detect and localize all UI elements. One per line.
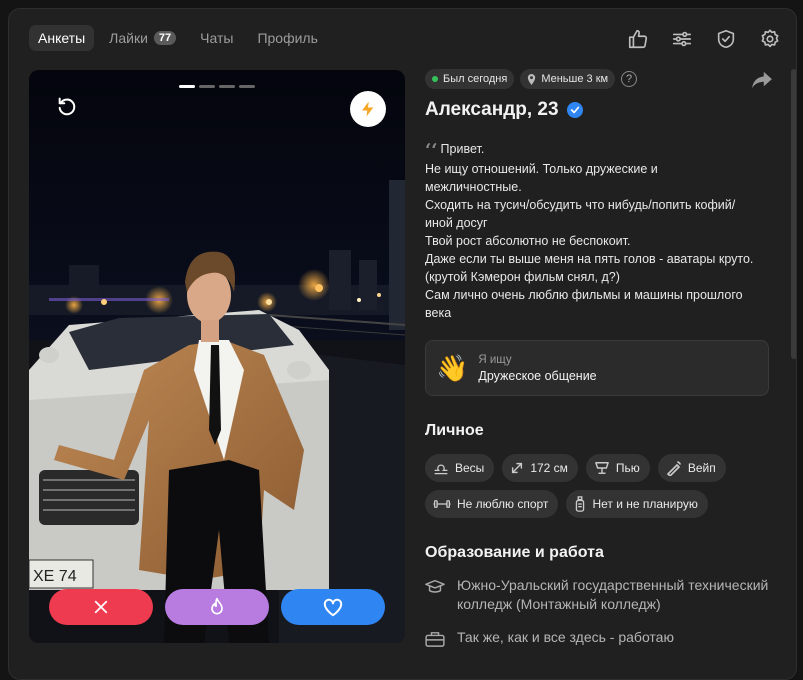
height-icon [512, 462, 523, 474]
bio-line: Сам лично очень люблю фильмы и машины пр… [425, 288, 743, 302]
bio-line: века [425, 306, 452, 320]
top-icons [626, 27, 782, 51]
bio-line-text: Привет. [440, 142, 485, 156]
job-text: Так же, как и все здесь - работаю [457, 629, 674, 645]
seeking-card: 👋 Я ищу Дружеское общение [425, 340, 769, 396]
seeking-value: Дружеское общение [478, 368, 597, 383]
page-dot[interactable] [239, 85, 255, 88]
location-pin-icon [528, 73, 536, 85]
page-dot[interactable] [179, 85, 195, 88]
top-nav: Анкеты Лайки 77 Чаты Профиль [29, 25, 327, 51]
undo-button[interactable] [53, 92, 81, 120]
scrollbar[interactable] [791, 69, 796, 359]
tag-height: 172 см [502, 454, 578, 482]
tag-drinking: Пью [585, 454, 650, 482]
personal-section-title: Личное [425, 422, 484, 439]
glass-icon [595, 462, 609, 474]
profile-details: Был сегодня Меньше 3 км ? Александр, 23 … [425, 69, 775, 647]
photo-page-indicator [179, 85, 255, 88]
vape-icon [666, 461, 681, 476]
tab-chats-label: Чаты [200, 30, 234, 46]
close-icon [94, 600, 108, 614]
job-item: Так же, как и все здесь - работаю [425, 628, 775, 647]
distance-badge: Меньше 3 км [520, 69, 616, 89]
sliders-icon[interactable] [670, 27, 694, 51]
personal-tags: Весы 172 см Пью Вейп Не люблю спорт Нет … [425, 454, 775, 518]
app-window: Анкеты Лайки 77 Чаты Профиль ХЕ 74 Был с… [8, 8, 797, 680]
bio-line: Не ищу отношений. Только дружеские и [425, 162, 658, 176]
share-arrow-icon [752, 71, 772, 89]
undo-icon [58, 97, 76, 116]
tab-chats[interactable]: Чаты [191, 25, 242, 51]
education-text: Южно-Уральский государственный техническ… [457, 577, 769, 612]
tag-label: Нет и не планирую [592, 497, 698, 511]
quote-icon: ‘‘ [425, 140, 438, 161]
baby-bottle-icon [576, 496, 585, 512]
work-section-title: Образование и работа [425, 544, 604, 561]
superlike-button[interactable] [165, 589, 269, 625]
tag-zodiac: Весы [425, 454, 495, 482]
online-status-badge: Был сегодня [425, 69, 515, 89]
bio-line: (крутой Кэмерон фильм снял, д?) [425, 270, 620, 284]
profile-bio: ‘‘ Привет. Не ищу отношений. Только друже… [425, 140, 775, 322]
tab-likes-label: Лайки [109, 30, 148, 46]
bio-line: Твой рост абсолютно не беспокоит. [425, 234, 631, 248]
distance-text: Меньше 3 км [541, 73, 609, 85]
online-dot-icon [432, 76, 438, 82]
tab-profile-label: Профиль [257, 30, 318, 46]
heart-icon [323, 598, 343, 617]
waving-hand-icon: 👋 [436, 352, 469, 383]
bio-line: Сходить на тусич/обсудить что нибудь/поп… [425, 198, 736, 212]
tab-profile[interactable]: Профиль [248, 25, 326, 51]
tab-likes[interactable]: Лайки 77 [100, 25, 185, 51]
thumbs-up-icon[interactable] [626, 27, 650, 51]
shield-icon[interactable] [714, 27, 738, 51]
status-chips: Был сегодня Меньше 3 км ? [425, 69, 775, 89]
swipe-actions [49, 589, 385, 625]
tag-label: Весы [455, 461, 485, 475]
tab-profiles-label: Анкеты [38, 30, 86, 46]
gear-icon[interactable] [758, 27, 782, 51]
briefcase-icon [425, 632, 445, 647]
profile-name: Александр, 23 [425, 99, 559, 120]
tag-label: 172 см [530, 461, 568, 475]
tag-children: Нет и не планирую [566, 490, 708, 518]
libra-icon [434, 464, 448, 475]
tag-label: Не люблю спорт [457, 497, 549, 511]
bio-line: межличностные. [425, 180, 522, 194]
tag-sport: Не люблю спорт [425, 490, 559, 518]
bio-line: Даже если ты выше меня на пять голов - а… [425, 252, 754, 266]
tab-profiles[interactable]: Анкеты [29, 25, 95, 51]
online-status-text: Был сегодня [443, 73, 508, 85]
tag-label: Пью [615, 461, 640, 475]
dislike-button[interactable] [49, 589, 153, 625]
flame-icon [211, 597, 223, 615]
profile-name-row: Александр, 23 [425, 99, 775, 121]
bio-line: иной досуг [425, 216, 488, 230]
bio-line: ‘‘ Привет. [425, 140, 775, 160]
verified-icon [566, 102, 583, 118]
education-item: Южно-Уральский государственный техническ… [425, 576, 775, 614]
lightning-icon [362, 101, 374, 117]
dumbbell-icon [433, 500, 451, 508]
boost-button[interactable] [350, 91, 386, 127]
page-dot[interactable] [199, 85, 215, 88]
tag-smoking: Вейп [657, 454, 726, 482]
profile-photo: ХЕ 74 [29, 70, 405, 643]
tag-label: Вейп [687, 461, 716, 475]
profile-photo-card[interactable]: ХЕ 74 [29, 70, 405, 643]
seeking-label: Я ищу [478, 353, 512, 366]
like-button[interactable] [281, 589, 385, 625]
share-button[interactable] [751, 71, 775, 91]
graduation-cap-icon [425, 579, 445, 593]
license-plate-text: ХЕ 74 [33, 568, 77, 585]
likes-count-badge: 77 [153, 31, 177, 45]
page-dot[interactable] [219, 85, 235, 88]
help-icon[interactable]: ? [621, 71, 638, 87]
